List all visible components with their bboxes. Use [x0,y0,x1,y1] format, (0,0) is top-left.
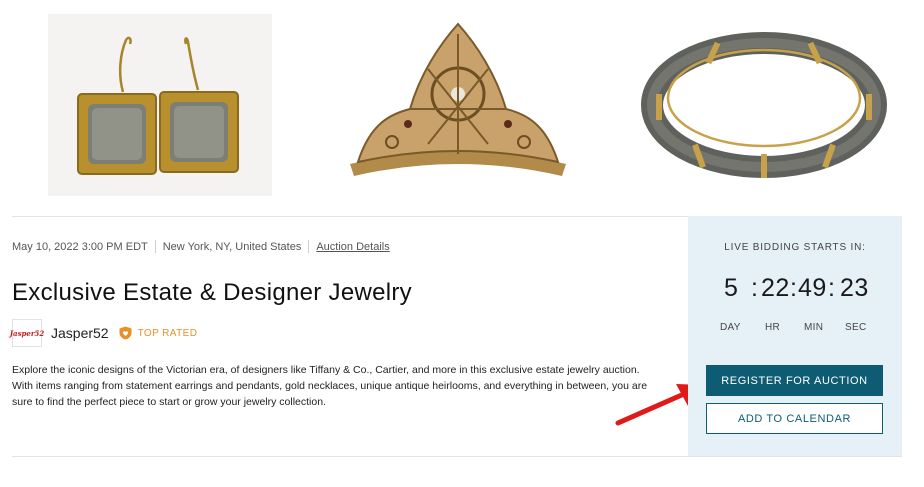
countdown-seconds-label: SEC [845,322,867,333]
lot-image-gallery [0,0,924,216]
auction-details-link[interactable]: Auction Details [316,241,389,253]
countdown-minutes: 49 [798,274,827,302]
auction-meta: May 10, 2022 3:00 PM EDT New York, NY, U… [12,240,390,253]
countdown-days-label: DAY [720,322,741,333]
earrings-illustration [77,36,239,175]
auction-title: Exclusive Estate & Designer Jewelry [12,279,412,306]
add-to-calendar-button[interactable]: ADD TO CALENDAR [706,403,883,434]
top-rated-badge: TOP RATED [137,327,198,339]
meta-separator [308,240,310,253]
countdown-hours-label: HR [765,322,781,333]
tiara-illustration [350,22,566,176]
countdown-separator: : [828,274,836,302]
countdown-seconds: 23 [840,274,869,302]
shield-heart-icon [119,326,132,340]
seller-logo[interactable]: Jasper52 [9,319,45,347]
section-divider [12,216,688,217]
earrings-image[interactable] [48,14,272,196]
countdown-days: 5 [724,274,739,302]
meta-separator [154,240,156,253]
seller-row: Jasper52 Jasper52 TOP RATED [9,319,198,347]
countdown-separator: : [790,274,798,302]
auction-date: May 10, 2022 3:00 PM EDT [12,240,148,253]
seller-name[interactable]: Jasper52 [51,325,109,341]
register-for-auction-button[interactable]: REGISTER FOR AUCTION [706,365,883,396]
live-bidding-label: LIVE BIDDING STARTS IN: [724,242,866,253]
countdown-hours: 22 [761,274,790,302]
bracelet-image[interactable] [636,14,892,196]
tiara-image[interactable] [330,14,586,196]
auction-location: New York, NY, United States [162,240,302,253]
live-bidding-panel: LIVE BIDDING STARTS IN: 5 : 22 : 49 : 23… [688,216,902,456]
bracelet-illustration [641,32,887,178]
auction-description: Explore the iconic designs of the Victor… [12,364,648,408]
countdown-timer: 5 : 22 : 49 : 23 [688,274,902,306]
countdown-minutes-label: MIN [804,322,824,333]
seller-logo-text: Jasper52 [9,328,45,338]
countdown-separator: : [751,274,759,302]
section-divider [12,456,902,457]
